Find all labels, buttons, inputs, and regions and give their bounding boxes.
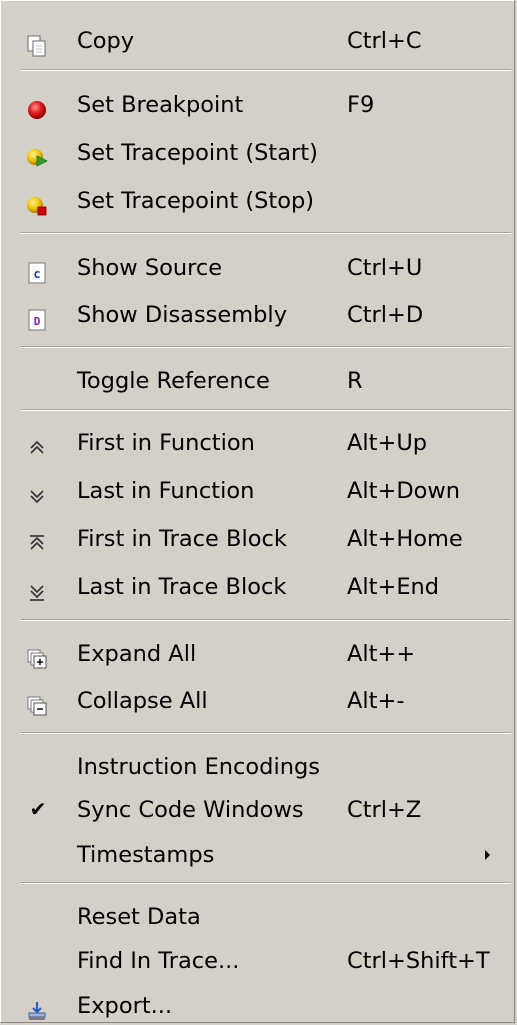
first-in-trace-block-label: First in Trace Block (77, 526, 287, 552)
first-in-function-shortcut: Alt+Up (347, 430, 428, 456)
set-breakpoint-shortcut: F9 (347, 92, 375, 118)
menu-separator (21, 619, 511, 621)
menu-item-export[interactable]: Export... (1, 984, 516, 1025)
sync-code-windows-shortcut: Ctrl+Z (347, 797, 422, 823)
menu-item-find-in-trace[interactable]: Find In Trace... Ctrl+Shift+T (1, 939, 516, 983)
tracepoint-stop-icon (25, 189, 49, 216)
set-tracepoint-start-label: Set Tracepoint (Start) (77, 140, 318, 166)
set-breakpoint-label: Set Breakpoint (77, 92, 244, 118)
menu-separator (21, 409, 511, 411)
show-disassembly-label: Show Disassembly (77, 302, 288, 328)
collapse-all-icon (25, 689, 49, 716)
menu-separator (21, 882, 511, 884)
menu-separator (21, 232, 511, 234)
collapse-all-label: Collapse All (77, 688, 208, 714)
svg-text:c: c (33, 267, 40, 281)
source-icon: c (25, 256, 49, 284)
toggle-reference-label: Toggle Reference (77, 368, 270, 394)
svg-text:D: D (34, 315, 41, 328)
copy-label: Copy (77, 28, 135, 54)
first-in-block-icon (25, 527, 49, 551)
double-chevron-down-icon (25, 479, 49, 504)
find-in-trace-shortcut: Ctrl+Shift+T (347, 948, 490, 974)
menu-item-sync-code-windows[interactable]: ✔ Sync Code Windows Ctrl+Z (1, 788, 516, 832)
menu-separator (21, 69, 511, 71)
context-menu: Copy Ctrl+C Set Breakpoint F9 Set Tracep… (0, 0, 515, 1023)
menu-item-last-in-trace-block[interactable]: Last in Trace Block Alt+End (1, 565, 516, 609)
menu-item-set-tracepoint-stop[interactable]: Set Tracepoint (Stop) (1, 179, 516, 223)
sync-code-windows-label: Sync Code Windows (77, 797, 304, 823)
menu-item-expand-all[interactable]: Expand All Alt++ (1, 632, 516, 676)
menu-item-timestamps[interactable]: Timestamps (1, 833, 516, 877)
expand-all-icon (25, 642, 49, 669)
show-source-label: Show Source (77, 255, 223, 281)
export-label: Export... (77, 993, 173, 1019)
menu-item-show-disassembly[interactable]: D Show Disassembly Ctrl+D (1, 293, 516, 337)
show-source-shortcut: Ctrl+U (347, 255, 423, 281)
menu-item-first-in-trace-block[interactable]: First in Trace Block Alt+Home (1, 517, 516, 561)
menu-item-last-in-function[interactable]: Last in Function Alt+Down (1, 469, 516, 513)
menu-separator (21, 732, 511, 734)
reset-data-label: Reset Data (77, 904, 201, 930)
expand-all-label: Expand All (77, 641, 197, 667)
first-in-trace-block-shortcut: Alt+Home (347, 526, 463, 552)
show-disassembly-shortcut: Ctrl+D (347, 302, 424, 328)
menu-item-collapse-all[interactable]: Collapse All Alt+- (1, 679, 516, 723)
tracepoint-start-icon (25, 141, 49, 167)
find-in-trace-label: Find In Trace... (77, 948, 240, 974)
last-in-function-label: Last in Function (77, 478, 255, 504)
menu-item-toggle-reference[interactable]: Toggle Reference R (1, 359, 516, 403)
copy-shortcut: Ctrl+C (347, 28, 422, 54)
menu-item-set-breakpoint[interactable]: Set Breakpoint F9 (1, 83, 516, 127)
timestamps-label: Timestamps (77, 842, 215, 868)
set-tracepoint-stop-label: Set Tracepoint (Stop) (77, 188, 315, 214)
instruction-encodings-label: Instruction Encodings (77, 754, 320, 780)
submenu-arrow-icon (485, 850, 490, 860)
checkmark-icon: ✔ (29, 797, 47, 821)
menu-item-copy[interactable]: Copy Ctrl+C (1, 19, 516, 63)
disassembly-icon: D (25, 303, 49, 331)
first-in-function-label: First in Function (77, 430, 255, 456)
menu-item-reset-data[interactable]: Reset Data (1, 895, 516, 939)
last-in-block-icon (25, 575, 49, 601)
export-icon (25, 994, 49, 1020)
toggle-reference-shortcut: R (347, 368, 363, 394)
breakpoint-icon (25, 93, 49, 119)
menu-item-set-tracepoint-start[interactable]: Set Tracepoint (Start) (1, 131, 516, 175)
last-in-trace-block-shortcut: Alt+End (347, 574, 440, 600)
menu-separator (21, 346, 511, 348)
collapse-all-shortcut: Alt+- (347, 688, 405, 714)
last-in-function-shortcut: Alt+Down (347, 478, 461, 504)
double-chevron-up-icon (25, 431, 49, 455)
last-in-trace-block-label: Last in Trace Block (77, 574, 287, 600)
copy-icon (25, 29, 49, 57)
menu-item-first-in-function[interactable]: First in Function Alt+Up (1, 421, 516, 465)
menu-item-show-source[interactable]: c Show Source Ctrl+U (1, 246, 516, 290)
expand-all-shortcut: Alt++ (347, 641, 416, 667)
menu-item-instruction-encodings[interactable]: Instruction Encodings (1, 745, 516, 789)
